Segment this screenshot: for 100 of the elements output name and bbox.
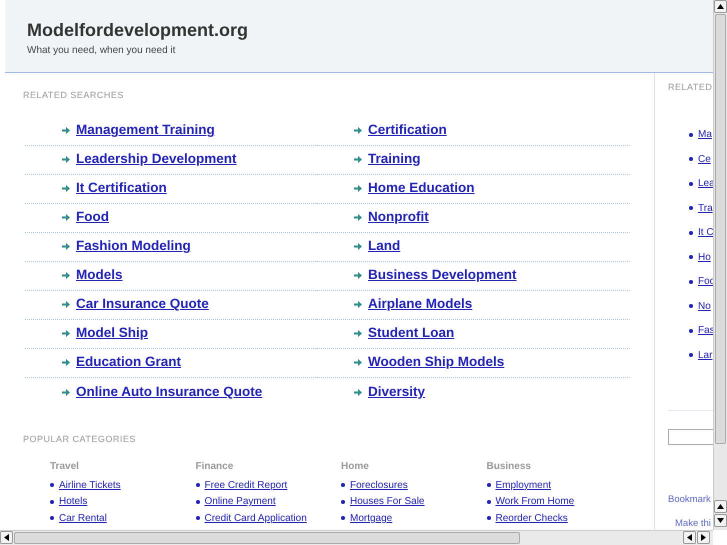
left-arrow-icon (4, 534, 9, 541)
category-link[interactable]: Hotels (59, 494, 88, 510)
arrow-icon (62, 127, 70, 134)
bullet-icon (689, 182, 693, 186)
bullet-icon (196, 500, 200, 504)
vertical-scrollbar[interactable] (713, 0, 727, 530)
search-link[interactable]: Management Training (76, 120, 215, 141)
site-title: Modelfordevelopment.org (27, 19, 250, 41)
bullet-icon (50, 516, 54, 520)
search-link[interactable]: Food (76, 207, 109, 228)
search-link[interactable]: Student Loan (368, 323, 454, 344)
horizontal-scrollbar[interactable] (0, 530, 713, 545)
search-link[interactable]: Model Ship (76, 323, 148, 344)
scroll-down-button[interactable] (714, 514, 727, 527)
category-title: Business (486, 460, 532, 474)
scroll-up-button[interactable] (714, 500, 727, 513)
search-link[interactable]: It Certification (76, 178, 167, 199)
scroll-up-button[interactable] (714, 0, 727, 13)
scroll-right-button[interactable] (697, 531, 710, 544)
scroll-thumb[interactable] (715, 14, 726, 444)
up-arrow-icon (717, 4, 724, 9)
sidebar-link[interactable]: Ce (698, 152, 711, 167)
bullet-icon (689, 206, 693, 210)
search-link[interactable]: Online Auto Insurance Quote (76, 382, 262, 402)
bullet-icon (486, 483, 490, 488)
left-arrow-icon (687, 534, 692, 541)
arrow-icon (354, 359, 362, 366)
search-link[interactable]: Land (368, 236, 400, 257)
category-link[interactable]: Mortgage (350, 510, 392, 526)
search-link[interactable]: Wooden Ship Models (368, 352, 504, 373)
category-title: Travel (50, 460, 80, 474)
arrow-icon (354, 243, 362, 250)
search-link[interactable]: Training (368, 149, 421, 170)
search-link[interactable]: Leadership Development (76, 149, 237, 170)
section-heading: RELATED (668, 81, 714, 94)
category-link[interactable]: Free Credit Report (204, 478, 288, 493)
category-link[interactable]: Car Rental (59, 510, 107, 526)
category-link[interactable]: Credit Card Application (204, 510, 307, 526)
bullet-icon (689, 157, 693, 162)
sidebar-link[interactable]: Tra (698, 200, 713, 216)
arrow-icon (354, 214, 362, 221)
sidebar-link[interactable]: No (698, 298, 711, 314)
site-tagline: What you need, when you need it (27, 44, 176, 58)
down-arrow-icon (717, 518, 724, 523)
category-link[interactable]: Houses For Sale (350, 494, 424, 510)
arrow-icon (354, 330, 362, 337)
sidebar-link[interactable]: Lar (698, 348, 712, 363)
search-link[interactable]: Home Education (368, 178, 475, 199)
bullet-icon (689, 230, 693, 235)
category-link[interactable]: Online Payment (204, 494, 276, 510)
bookmark-link[interactable]: Bookmark (668, 494, 711, 504)
category-link[interactable]: Reorder Checks (496, 510, 568, 526)
sidebar-link[interactable]: It C (698, 225, 714, 240)
scroll-left-button[interactable] (683, 531, 696, 544)
scroll-thumb[interactable] (14, 532, 520, 544)
bullet-icon (689, 304, 693, 308)
search-link[interactable]: Nonprofit (368, 207, 429, 228)
arrow-icon (62, 272, 70, 279)
sidebar-link[interactable]: Ma (698, 127, 712, 142)
sidebar-link[interactable]: Ho (698, 250, 711, 265)
arrow-icon (62, 359, 70, 366)
up-arrow-icon (717, 504, 724, 509)
search-link[interactable]: Diversity (368, 382, 426, 402)
bullet-icon (689, 328, 693, 333)
arrow-icon (62, 388, 70, 396)
search-link[interactable]: Models (76, 265, 123, 286)
bullet-icon (689, 255, 693, 260)
arrow-icon (354, 272, 362, 279)
section-heading: RELATED SEARCHES (23, 89, 125, 102)
bullet-icon (341, 516, 345, 520)
bullet-icon (486, 500, 490, 504)
category-link[interactable]: Employment (496, 478, 552, 493)
arrow-icon (62, 330, 70, 337)
arrow-icon (354, 156, 362, 163)
bullet-icon (50, 500, 54, 504)
category-link[interactable]: Work From Home (496, 494, 574, 510)
bullet-icon (196, 483, 200, 488)
arrow-icon (62, 156, 70, 163)
arrow-icon (62, 243, 70, 250)
arrow-icon (62, 301, 70, 308)
bullet-icon (689, 280, 693, 284)
search-link[interactable]: Car Insurance Quote (76, 294, 209, 315)
bullet-icon (341, 500, 345, 504)
search-link[interactable]: Certification (368, 120, 447, 141)
arrow-icon (354, 388, 362, 396)
bookmark-link[interactable]: Make thi (675, 518, 711, 528)
arrow-icon (62, 214, 70, 221)
bullet-icon (341, 483, 345, 488)
arrow-icon (354, 185, 362, 192)
bullet-icon (689, 132, 693, 137)
search-link[interactable]: Education Grant (76, 352, 182, 373)
search-link[interactable]: Business Development (368, 265, 517, 286)
category-link[interactable]: Airline Tickets (59, 478, 121, 493)
bullet-icon (689, 353, 693, 358)
category-link[interactable]: Foreclosures (350, 478, 408, 493)
search-link[interactable]: Airplane Models (368, 294, 472, 315)
scroll-left-button[interactable] (0, 531, 13, 544)
search-link[interactable]: Fashion Modeling (76, 236, 191, 257)
bullet-icon (486, 516, 490, 520)
arrow-icon (354, 127, 362, 134)
